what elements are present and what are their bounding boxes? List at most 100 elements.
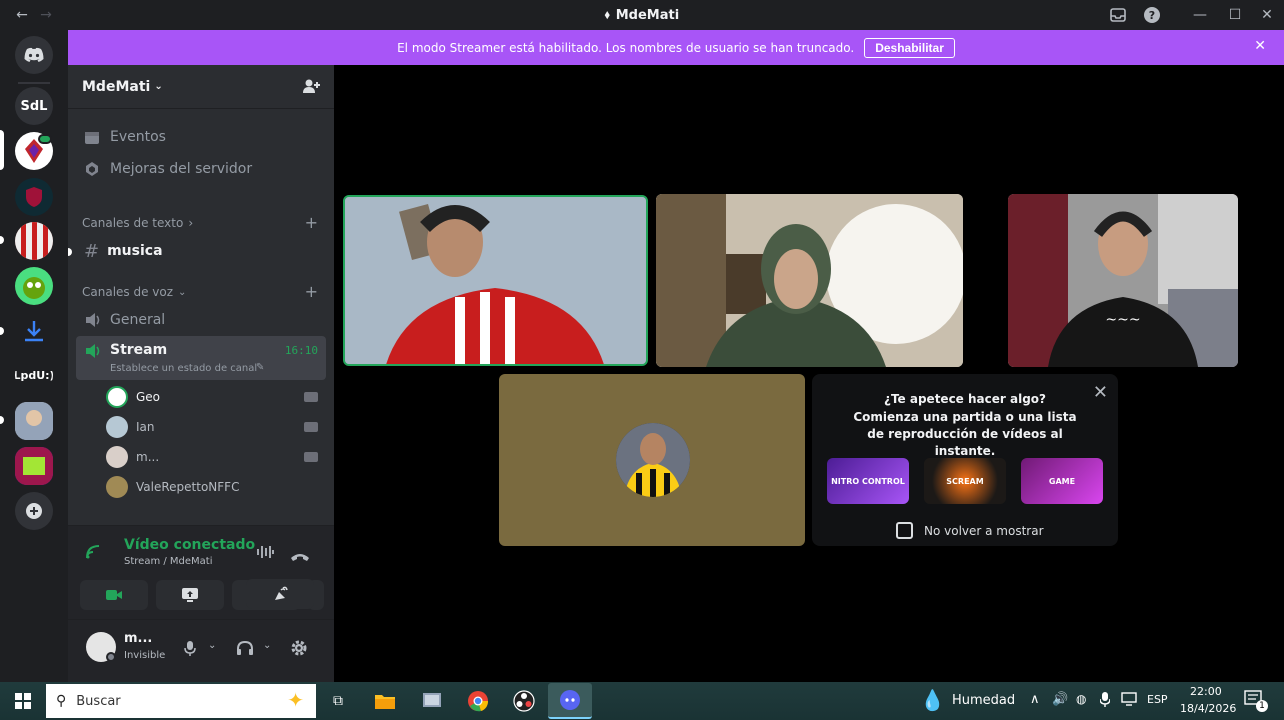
microphone-icon[interactable] bbox=[184, 640, 196, 660]
tray-icon[interactable]: ◍ bbox=[1076, 692, 1086, 706]
voice-channel-general[interactable]: General bbox=[76, 304, 326, 336]
user-name[interactable]: m... bbox=[124, 631, 152, 646]
discord-taskbar-icon[interactable] bbox=[548, 683, 592, 719]
voice-member[interactable]: Geo bbox=[106, 383, 326, 411]
status-invisible-icon bbox=[106, 652, 116, 662]
video-tile-avatar[interactable] bbox=[499, 374, 805, 546]
activity-thumbnail[interactable]: NITRO CONTROL bbox=[827, 458, 909, 504]
svg-text:?: ? bbox=[1149, 9, 1155, 22]
minimize-icon[interactable]: — bbox=[1188, 0, 1212, 30]
events-item[interactable]: Eventos bbox=[84, 129, 166, 145]
participant-video bbox=[656, 194, 963, 367]
chrome-icon[interactable] bbox=[463, 688, 493, 714]
disable-streamer-button[interactable]: Deshabilitar bbox=[864, 37, 955, 58]
windows-start-icon[interactable] bbox=[8, 688, 38, 714]
invite-people-icon[interactable] bbox=[302, 77, 320, 99]
chevron-down-icon[interactable]: ⌄ bbox=[263, 640, 271, 651]
calendar-icon bbox=[85, 132, 99, 144]
window-title: MdeMati bbox=[615, 7, 680, 23]
banner-text: El modo Streamer está habilitado. Los no… bbox=[397, 40, 855, 55]
server-rail: SdL LpdU:) bbox=[0, 30, 68, 682]
video-tile[interactable] bbox=[656, 194, 963, 367]
search-input[interactable]: ⚲ Buscar ✦ bbox=[46, 684, 316, 718]
hash-icon: # bbox=[84, 240, 100, 262]
task-view-icon[interactable]: ⧉ bbox=[323, 688, 353, 714]
popup-body: Comienza una partida o una lista de repr… bbox=[853, 410, 1077, 458]
video-tile[interactable]: ~~~ bbox=[1008, 194, 1238, 367]
server-sdl[interactable]: SdL bbox=[15, 87, 53, 125]
clock-time[interactable]: 22:00 bbox=[1190, 685, 1222, 698]
close-window-icon[interactable]: ✕ bbox=[1254, 0, 1280, 30]
server-header[interactable]: MdeMati ⌄ bbox=[68, 65, 334, 109]
file-explorer-icon[interactable] bbox=[370, 688, 400, 714]
boost-icon bbox=[86, 162, 98, 176]
language-indicator[interactable]: ESP bbox=[1147, 693, 1168, 706]
server-boosts-item[interactable]: Mejoras del servidor bbox=[84, 161, 252, 177]
dont-show-checkbox[interactable] bbox=[896, 522, 913, 539]
server-shield-icon[interactable] bbox=[15, 178, 53, 216]
video-grid: ~~~ ✕ ¿Te apetece hacer algo? Comienza u… bbox=[334, 65, 1284, 682]
network-icon[interactable] bbox=[1120, 691, 1138, 711]
volume-icon[interactable]: 🔊 bbox=[1052, 692, 1068, 707]
mic-tray-icon[interactable] bbox=[1099, 691, 1111, 711]
chevron-down-icon: ⌄ bbox=[178, 286, 187, 298]
camera-button[interactable] bbox=[80, 580, 148, 610]
inbox-icon[interactable] bbox=[1106, 0, 1130, 30]
video-camera-icon bbox=[106, 590, 122, 600]
settings-gear-icon[interactable] bbox=[290, 639, 308, 661]
activity-thumbnail[interactable]: SCREAM bbox=[924, 458, 1006, 504]
soundboard-icon bbox=[275, 586, 288, 600]
speaker-icon bbox=[86, 313, 100, 327]
server-name: MdeMati bbox=[82, 78, 151, 95]
discord-home-icon[interactable] bbox=[15, 36, 53, 74]
camera-icon bbox=[304, 422, 318, 432]
stream-timer: 16:10 bbox=[284, 344, 318, 357]
signal-icon[interactable] bbox=[86, 544, 102, 563]
text-channels-category[interactable]: Canales de texto › bbox=[82, 216, 193, 230]
screen-share-icon bbox=[182, 588, 198, 602]
add-server-icon[interactable] bbox=[15, 492, 53, 530]
notification-count: 1 bbox=[1256, 700, 1268, 712]
add-text-channel-icon[interactable]: + bbox=[305, 213, 318, 232]
download-icon[interactable] bbox=[15, 312, 53, 350]
maximize-icon[interactable]: ☐ bbox=[1222, 0, 1248, 30]
activity-thumbnail[interactable]: GAME bbox=[1021, 458, 1103, 504]
voice-member[interactable]: m... bbox=[106, 443, 326, 471]
headphones-icon[interactable] bbox=[236, 640, 254, 660]
disconnect-icon[interactable] bbox=[290, 546, 310, 565]
forward-arrow-icon[interactable]: → bbox=[32, 0, 60, 30]
chevron-up-icon[interactable]: ∧ bbox=[1030, 692, 1040, 707]
voice-member[interactable]: Ian bbox=[106, 413, 326, 441]
voice-channel-stream[interactable]: Stream 16:10 Establece un estado de cana… bbox=[76, 336, 326, 380]
voice-member[interactable]: ValeRepettoNFFC bbox=[106, 473, 326, 501]
server-stripes-icon[interactable] bbox=[15, 222, 53, 260]
voice-status-subtitle[interactable]: Stream / MdeMati bbox=[124, 556, 213, 567]
pin-icon: ⬧ bbox=[604, 8, 610, 21]
speaker-active-icon bbox=[86, 344, 100, 358]
app-icon[interactable] bbox=[417, 688, 447, 714]
help-icon[interactable]: ? bbox=[1140, 0, 1164, 30]
voice-status-title[interactable]: Vídeo conectado bbox=[124, 537, 255, 553]
video-tile[interactable] bbox=[343, 195, 648, 366]
server-purple-icon[interactable] bbox=[15, 447, 53, 485]
soundboard-button[interactable] bbox=[246, 579, 314, 609]
server-game-icon[interactable] bbox=[15, 267, 53, 305]
clock-date[interactable]: 18/4/2026 bbox=[1180, 702, 1236, 715]
close-banner-icon[interactable]: ✕ bbox=[1254, 38, 1266, 54]
sparkle-icon: ✦ bbox=[287, 688, 304, 712]
windows-taskbar: ⚲ Buscar ✦ ⧉ 💧 Humedad ∧ 🔊 ◍ ESP 22:00 1… bbox=[0, 682, 1284, 720]
chevron-down-icon[interactable]: ⌄ bbox=[208, 640, 216, 651]
server-lpdu[interactable]: LpdU:) bbox=[15, 356, 53, 394]
obs-icon[interactable] bbox=[509, 688, 539, 714]
noise-suppression-icon[interactable] bbox=[256, 544, 274, 563]
chevron-right-icon: › bbox=[188, 216, 194, 230]
dont-show-label[interactable]: No volver a mostrar bbox=[924, 524, 1044, 538]
voice-channels-category[interactable]: Canales de voz ⌄ bbox=[82, 285, 186, 299]
weather-text[interactable]: Humedad bbox=[952, 693, 1015, 708]
server-photo-icon[interactable] bbox=[15, 402, 53, 440]
channel-status[interactable]: Establece un estado de canal bbox=[110, 363, 257, 374]
add-voice-channel-icon[interactable]: + bbox=[305, 282, 318, 301]
text-channel-musica[interactable]: # musica bbox=[76, 235, 326, 267]
screen-share-button[interactable] bbox=[156, 580, 224, 610]
avatar bbox=[106, 386, 128, 408]
